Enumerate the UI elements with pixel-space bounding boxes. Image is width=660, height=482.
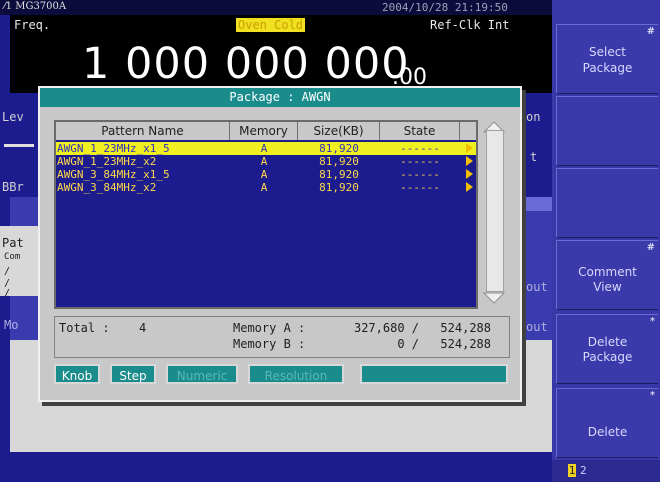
- delete-package-softkey[interactable]: * Delete Package: [556, 314, 658, 384]
- mode-label: Mo: [4, 318, 19, 332]
- cell-size: 81,920: [319, 181, 359, 194]
- comment-view-softkey[interactable]: # Comment View: [556, 240, 658, 310]
- pattern-label: Pat: [2, 236, 24, 250]
- memory-a-label: Memory A :: [233, 321, 306, 335]
- cell-size: 81,920: [319, 142, 359, 155]
- brand-logo: ⁄1 MG3700A: [4, 1, 67, 12]
- row-arrow-icon: [466, 169, 473, 179]
- blank-softkey[interactable]: [556, 168, 658, 238]
- delete-softkey[interactable]: * Delete: [556, 388, 658, 458]
- slash-mark: /: [4, 266, 11, 277]
- row-arrow-icon: [466, 182, 473, 192]
- page-indicator: 1 2: [552, 460, 660, 482]
- bottom-strip: [0, 452, 552, 482]
- main-screen: ⁄1 MG3700A 2004/10/28 21:19:50 Freq. Ove…: [0, 0, 552, 482]
- page-other[interactable]: 2: [580, 464, 587, 477]
- memory-b-used: 0 /: [397, 337, 419, 351]
- memory-b-total: 524,288: [440, 337, 491, 351]
- output-label: out: [526, 320, 548, 334]
- cell-name: AWGN_1_23MHz_x1_5: [57, 142, 170, 155]
- datetime-label: 2004/10/28 21:19:50: [382, 1, 508, 14]
- memory-a-total: 524,288: [440, 321, 491, 335]
- softkey-label: Delete: [587, 335, 628, 349]
- cell-state: ------: [400, 142, 440, 155]
- cell-memory: A: [260, 142, 268, 155]
- cell-name: AWGN_3_84MHz_x2: [57, 181, 157, 194]
- scroll-down-icon[interactable]: [483, 291, 505, 305]
- col-memory: Memory: [230, 122, 298, 140]
- scrollbar[interactable]: [480, 120, 508, 305]
- frequency-panel: Freq. Oven Cold Ref-Clk Int 1 000 000 00…: [10, 15, 552, 93]
- col-size: Size(KB): [298, 122, 380, 140]
- freq-label: Freq.: [14, 18, 51, 32]
- cell-name: AWGN_3_84MHz_x1_5: [57, 168, 170, 181]
- softkey-label: Comment: [578, 265, 637, 279]
- select-package-softkey[interactable]: # Select Package: [556, 24, 658, 94]
- frequency-value: 1 000 000 000: [82, 39, 410, 89]
- softkey-marker: #: [646, 26, 655, 37]
- softkey-marker: #: [646, 242, 655, 253]
- scroll-track[interactable]: [486, 130, 504, 292]
- cell-size: 81,920: [319, 168, 359, 181]
- softkey-label: Delete: [587, 425, 628, 439]
- table-row[interactable]: AWGN_1_23MHz_x2 A 81,920 ------: [56, 155, 476, 168]
- entry-field[interactable]: [360, 364, 508, 384]
- package-dialog: Package : AWGN Pattern Name Memory Size(…: [38, 86, 522, 402]
- on-label: on: [526, 110, 541, 124]
- ref-clock-label: Ref-Clk Int: [430, 18, 510, 32]
- cell-memory: A: [260, 168, 268, 181]
- resolution-button[interactable]: Resolution: [248, 364, 344, 384]
- totals-panel: Total : 4 Memory A : 327,680 / 524,288 M…: [54, 316, 510, 358]
- level-label: Lev: [2, 110, 24, 124]
- cell-size: 81,920: [319, 155, 359, 168]
- pattern-list[interactable]: Pattern Name Memory Size(KB) State AWGN_…: [54, 120, 478, 309]
- oven-status-badge: Oven Cold: [236, 18, 306, 32]
- table-row[interactable]: AWGN_3_84MHz_x2 A 81,920 ------: [56, 181, 476, 194]
- softkey-marker: *: [650, 316, 655, 327]
- slash-mark: /: [4, 288, 11, 299]
- softkey-label: View: [593, 280, 622, 294]
- level-dash: [4, 144, 34, 147]
- pattern-side-panel: Pat Com / / /: [0, 226, 38, 299]
- softkey-label: Package: [582, 350, 633, 364]
- status-bar: ⁄1 MG3700A 2004/10/28 21:19:50: [0, 0, 552, 15]
- table-row[interactable]: AWGN_1_23MHz_x1_5 A 81,920 ------: [56, 142, 476, 155]
- output-label: out: [526, 280, 548, 294]
- cell-state: ------: [400, 168, 440, 181]
- t-label: t: [530, 150, 538, 164]
- table-row[interactable]: AWGN_3_84MHz_x1_5 A 81,920 ------: [56, 168, 476, 181]
- cell-state: ------: [400, 181, 440, 194]
- list-header: Pattern Name Memory Size(KB) State: [56, 122, 476, 140]
- step-button[interactable]: Step: [110, 364, 156, 384]
- cell-name: AWGN_1_23MHz_x2: [57, 155, 157, 168]
- total-label: Total :: [59, 321, 110, 335]
- softkey-label: Package: [582, 61, 633, 75]
- memory-a-used: 327,680 /: [353, 321, 419, 335]
- numeric-button[interactable]: Numeric: [166, 364, 238, 384]
- row-arrow-icon: [466, 143, 473, 153]
- blank-softkey[interactable]: [556, 96, 658, 166]
- row-arrow-icon: [466, 156, 473, 166]
- col-state: State: [380, 122, 460, 140]
- comment-label: Com: [4, 252, 21, 262]
- background-key: [520, 197, 552, 211]
- memory-b-label: Memory B :: [233, 337, 306, 351]
- softkey-panel: # Select Package # Comment View * Delete…: [552, 0, 660, 482]
- col-pattern-name: Pattern Name: [56, 122, 230, 140]
- total-count: 4: [139, 321, 147, 335]
- bb-label: BBr: [2, 180, 24, 194]
- cell-memory: A: [260, 155, 268, 168]
- brand-label: MG3700A: [15, 1, 67, 12]
- cell-state: ------: [400, 155, 440, 168]
- page-current[interactable]: 1: [568, 464, 576, 477]
- softkey-marker: *: [650, 390, 655, 401]
- cell-memory: A: [260, 181, 268, 194]
- knob-button[interactable]: Knob: [54, 364, 100, 384]
- softkey-label: Select: [588, 45, 627, 59]
- dialog-title: Package : AWGN: [40, 88, 520, 107]
- mode-button-row: Knob Step Numeric Resolution: [54, 364, 508, 386]
